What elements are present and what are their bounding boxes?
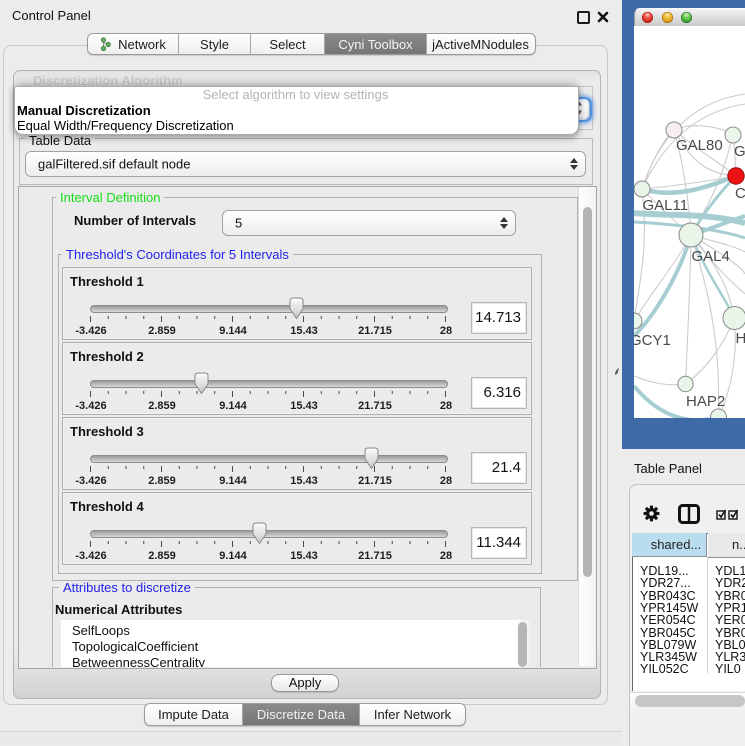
svg-text:GA: GA [734,143,745,160]
svg-text:GCY1: GCY1 [634,332,671,349]
svg-text:H: H [736,330,745,347]
svg-text:CY: CY [735,185,745,202]
svg-text:GAL11: GAL11 [643,197,689,214]
svg-text:HAP2: HAP2 [686,393,725,410]
svg-text:GAL80: GAL80 [676,137,723,154]
svg-text:GAL4: GAL4 [692,248,730,265]
